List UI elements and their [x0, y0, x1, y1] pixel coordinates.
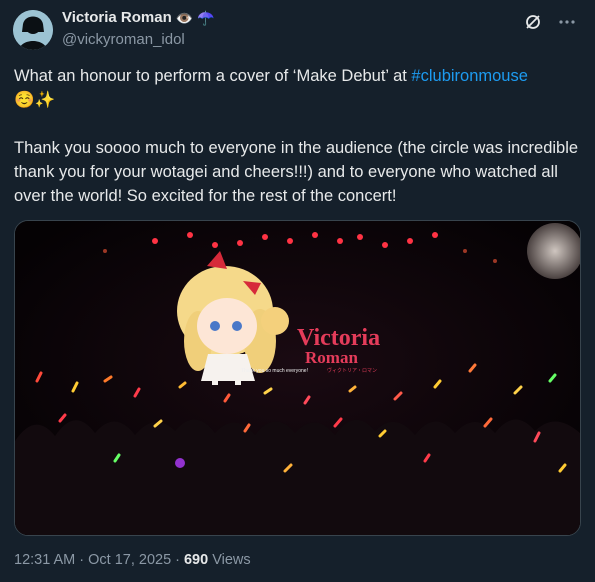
tweet-paragraph-1: What an honour to perform a cover of ‘Ma…: [14, 64, 582, 112]
more-icon[interactable]: [557, 12, 577, 32]
screen-caption: Thank you so much everyone!: [241, 368, 308, 374]
tweet: Victoria Roman 👁️ ☂️ @vickyroman_idol Wh…: [0, 0, 595, 582]
eye-emoji: 👁️: [175, 9, 194, 26]
views-count: 690: [183, 552, 209, 568]
tweet-media-image[interactable]: Victoria Roman ヴィクトリア・ロマン Thank you so m…: [14, 220, 581, 536]
tweet-meta: 12:31 AM · Oct 17, 2025 · 690 Views: [14, 552, 251, 568]
screen-subtitle: ヴィクトリア・ロマン: [327, 367, 377, 374]
tweet-text-prefix: What an honour to perform a cover of ‘Ma…: [14, 67, 412, 85]
grok-icon[interactable]: [523, 12, 543, 32]
screen-title-line2: Roman: [305, 348, 358, 367]
display-name[interactable]: Victoria Roman: [62, 9, 172, 26]
author-name-row: Victoria Roman 👁️ ☂️: [62, 9, 215, 26]
meta-separator-2: ·: [175, 552, 180, 568]
tweet-text: What an honour to perform a cover of ‘Ma…: [14, 64, 582, 208]
tweet-emojis: ☺️✨: [14, 91, 56, 109]
hashtag-link[interactable]: #clubironmouse: [411, 67, 527, 85]
meta-separator: ·: [79, 552, 85, 568]
views-label: Views: [212, 552, 251, 568]
header-actions: [523, 12, 577, 32]
handle[interactable]: @vickyroman_idol: [62, 31, 185, 48]
umbrella-emoji: ☂️: [197, 9, 215, 26]
avatar[interactable]: [13, 10, 53, 50]
tweet-paragraph-2: Thank you soooo much to everyone in the …: [14, 139, 579, 205]
tweet-time[interactable]: 12:31 AM: [14, 552, 75, 568]
tweet-date[interactable]: Oct 17, 2025: [88, 552, 171, 568]
